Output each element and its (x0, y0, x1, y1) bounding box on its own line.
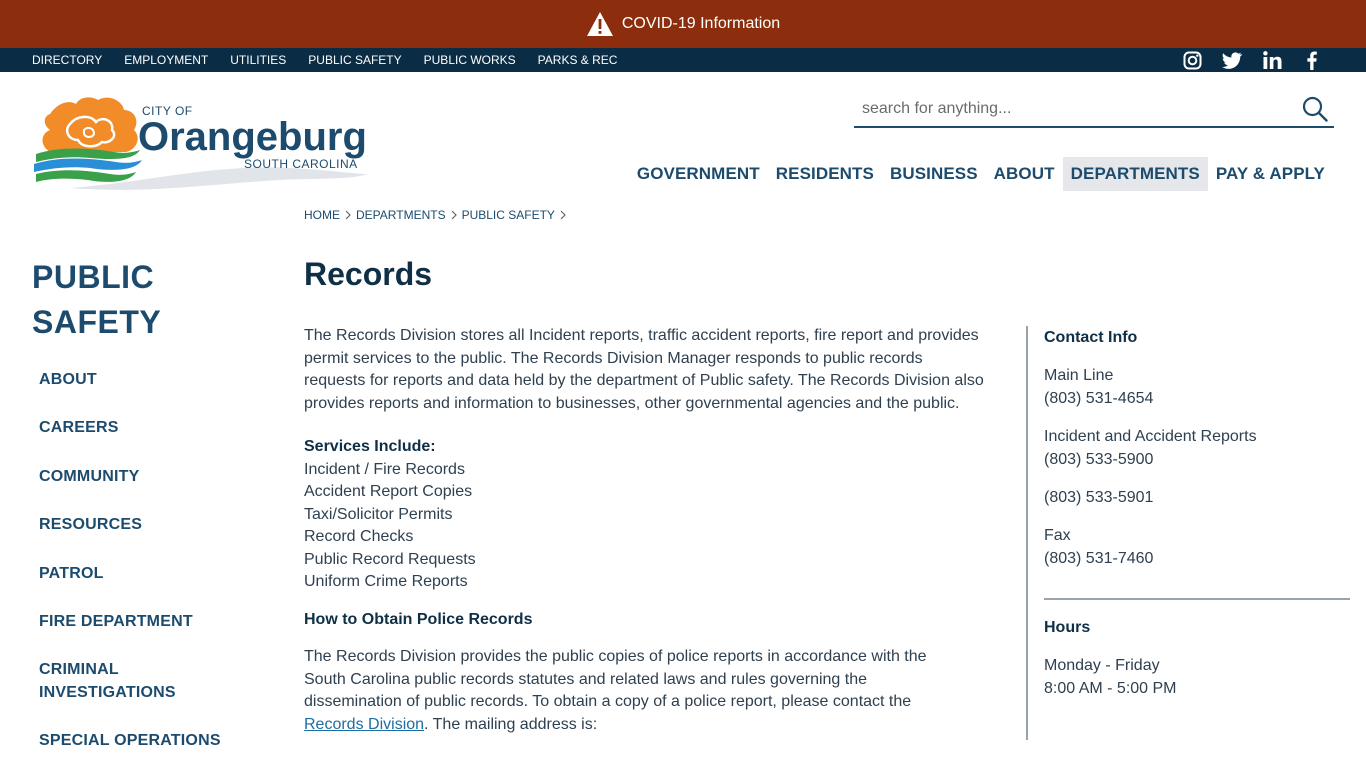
list-item: Public Record Requests (304, 550, 476, 568)
hours-heading: Hours (1044, 619, 1091, 636)
main-content: The Records Division stores all Incident… (304, 325, 984, 757)
incident-label: Incident and Accident Reports (1044, 428, 1257, 445)
police-records-heading: How to Obtain Police Records (304, 610, 533, 628)
breadcrumb-departments[interactable]: DEPARTMENTS (356, 208, 446, 222)
sidebar-item-patrol[interactable]: PATROL (39, 562, 269, 585)
utility-nav: DIRECTORY EMPLOYMENT UTILITIES PUBLIC SA… (32, 53, 639, 67)
warning-icon (586, 11, 614, 37)
sidebar-item-community[interactable]: COMMUNITY (39, 465, 269, 488)
page-title: Records (304, 256, 433, 292)
police-records-tail: . The mailing address is: (424, 715, 598, 733)
contact-divider (1044, 598, 1350, 600)
services-heading: Services Include: (304, 438, 436, 455)
hours-time: 8:00 AM - 5:00 PM (1044, 680, 1177, 697)
site-search (854, 92, 1334, 128)
utility-link-employment[interactable]: EMPLOYMENT (124, 53, 208, 67)
nav-pay-apply[interactable]: PAY & APPLY (1208, 157, 1333, 191)
nav-departments[interactable]: DEPARTMENTS (1062, 157, 1208, 191)
logo-state: SOUTH CAROLINA (244, 157, 358, 171)
utility-link-utilities[interactable]: UTILITIES (230, 53, 286, 67)
chevron-right-icon (451, 210, 457, 220)
sidebar-item-special-operations[interactable]: SPECIAL OPERATIONS (39, 729, 269, 752)
breadcrumb: HOME DEPARTMENTS PUBLIC SAFETY (304, 208, 571, 222)
hours-days: Monday - Friday (1044, 657, 1160, 674)
sidebar-title-line2: SAFETY (32, 304, 162, 340)
breadcrumb-public-safety[interactable]: PUBLIC SAFETY (462, 208, 555, 222)
incident-phone[interactable]: (803) 533-5900 (1044, 448, 1350, 471)
services-list: Incident / Fire Records Accident Report … (304, 459, 984, 594)
twitter-icon[interactable] (1222, 50, 1242, 70)
facebook-icon[interactable] (1302, 50, 1322, 70)
records-division-link[interactable]: Records Division (304, 716, 424, 733)
fax-block: Fax (803) 531-7460 (1044, 524, 1350, 570)
utility-link-directory[interactable]: DIRECTORY (32, 53, 102, 67)
main-line-phone[interactable]: (803) 531-4654 (1044, 387, 1350, 410)
column-divider (1026, 326, 1028, 740)
covid-alert-bar: COVID-19 Information (0, 0, 1366, 48)
intro-paragraph: The Records Division stores all Incident… (304, 327, 984, 412)
nav-government[interactable]: GOVERNMENT (629, 157, 768, 191)
linkedin-icon[interactable] (1262, 50, 1282, 70)
chevron-right-icon (345, 210, 351, 220)
nav-residents[interactable]: RESIDENTS (768, 157, 882, 191)
list-item: Incident / Fire Records (304, 460, 465, 478)
sidebar-title: PUBLIC SAFETY (32, 255, 252, 345)
nav-business[interactable]: BUSINESS (882, 157, 986, 191)
second-phone[interactable]: (803) 533-5901 (1044, 486, 1350, 509)
utility-link-parks-rec[interactable]: PARKS & REC (538, 53, 618, 67)
main-line-label: Main Line (1044, 367, 1114, 384)
list-item: Record Checks (304, 528, 414, 545)
covid-info-link[interactable]: COVID-19 Information (622, 15, 780, 33)
main-nav: GOVERNMENT RESIDENTS BUSINESS ABOUT DEPA… (629, 157, 1333, 191)
logo-city-name: Orangeburg (138, 115, 367, 159)
sidebar-item-careers[interactable]: CAREERS (39, 416, 269, 439)
list-item: Accident Report Copies (304, 483, 473, 500)
sidebar-item-about[interactable]: ABOUT (39, 368, 269, 391)
contact-panel: Contact Info Main Line (803) 531-4654 In… (1044, 326, 1350, 700)
city-logo[interactable]: CITY OF Orangeburg SOUTH CAROLINA (30, 94, 375, 194)
sidebar-nav: ABOUT CAREERS COMMUNITY RESOURCES PATROL… (39, 368, 269, 752)
list-item: Uniform Crime Reports (304, 573, 468, 590)
contact-heading: Contact Info (1044, 329, 1138, 346)
sidebar-item-fire-department[interactable]: FIRE DEPARTMENT (39, 610, 269, 633)
police-records-paragraph: The Records Division provides the public… (304, 646, 964, 736)
sidebar-item-criminal-investigations[interactable]: CRIMINAL INVESTIGATIONS (39, 658, 189, 704)
list-item: Taxi/Solicitor Permits (304, 505, 453, 523)
chevron-right-icon (560, 210, 566, 220)
incident-block: Incident and Accident Reports (803) 533-… (1044, 425, 1350, 471)
second-phone-block: (803) 533-5901 (1044, 486, 1350, 509)
instagram-icon[interactable] (1182, 50, 1202, 70)
utility-link-public-safety[interactable]: PUBLIC SAFETY (308, 53, 401, 67)
utility-link-public-works[interactable]: PUBLIC WORKS (424, 53, 516, 67)
sidebar-item-resources[interactable]: RESOURCES (39, 513, 269, 536)
police-records-text: The Records Division provides the public… (304, 648, 927, 710)
search-input[interactable] (854, 94, 1284, 124)
fax-phone: (803) 531-7460 (1044, 550, 1154, 567)
fax-label: Fax (1044, 527, 1071, 544)
sidebar-title-line1: PUBLIC (32, 259, 155, 295)
breadcrumb-home[interactable]: HOME (304, 208, 340, 222)
utility-bar: DIRECTORY EMPLOYMENT UTILITIES PUBLIC SA… (0, 48, 1366, 72)
nav-about[interactable]: ABOUT (986, 157, 1063, 191)
main-line-block: Main Line (803) 531-4654 (1044, 364, 1350, 410)
search-icon[interactable] (1300, 94, 1330, 124)
social-links (1182, 48, 1322, 72)
